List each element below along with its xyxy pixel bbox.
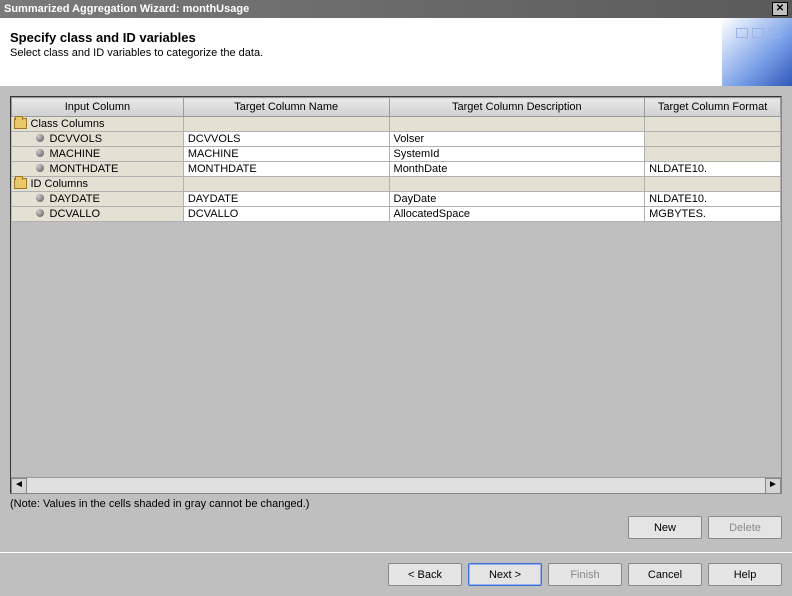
cell-name[interactable]: DAYDATE <box>183 192 389 207</box>
col-header-fmt[interactable]: Target Column Format <box>645 98 781 117</box>
delete-button: Delete <box>708 516 782 539</box>
table-row[interactable]: MACHINE MACHINE SystemId <box>12 147 781 162</box>
cancel-button[interactable]: Cancel <box>628 563 702 586</box>
variables-table[interactable]: Input Column Target Column Name Target C… <box>11 97 781 222</box>
cell-input: DCVALLO <box>50 208 101 220</box>
cell-fmt[interactable]: NLDATE10. <box>645 192 781 207</box>
table-group-row[interactable]: Class Columns <box>12 117 781 132</box>
folder-icon <box>14 178 27 189</box>
column-icon <box>36 209 44 217</box>
table-row[interactable]: DCVALLO DCVALLO AllocatedSpace MGBYTES. <box>12 207 781 222</box>
table-header-row: Input Column Target Column Name Target C… <box>12 98 781 117</box>
cell-name[interactable]: MONTHDATE <box>183 162 389 177</box>
table-group-row[interactable]: ID Columns <box>12 177 781 192</box>
grid-note: (Note: Values in the cells shaded in gra… <box>10 498 782 510</box>
scroll-right-icon[interactable]: ► <box>765 478 781 494</box>
wizard-header: Specify class and ID variables Select cl… <box>0 18 792 86</box>
cell-desc[interactable]: Volser <box>389 132 645 147</box>
header-step-indicators <box>736 28 780 38</box>
column-icon <box>36 149 44 157</box>
scroll-left-icon[interactable]: ◄ <box>11 478 27 494</box>
column-icon <box>36 194 44 202</box>
cell-desc[interactable]: AllocatedSpace <box>389 207 645 222</box>
next-button[interactable]: Next > <box>468 563 542 586</box>
col-header-desc[interactable]: Target Column Description <box>389 98 645 117</box>
cell-input: MONTHDATE <box>50 163 119 175</box>
table-row[interactable]: DAYDATE DAYDATE DayDate NLDATE10. <box>12 192 781 207</box>
cell-fmt <box>645 132 781 147</box>
cell-input: DCVVOLS <box>50 133 103 145</box>
table-row[interactable]: DCVVOLS DCVVOLS Volser <box>12 132 781 147</box>
folder-icon <box>14 118 27 129</box>
cell-name[interactable]: MACHINE <box>183 147 389 162</box>
title-bar: Summarized Aggregation Wizard: monthUsag… <box>0 0 792 18</box>
page-subtext: Select class and ID variables to categor… <box>10 47 782 59</box>
window-title: Summarized Aggregation Wizard: monthUsag… <box>4 3 249 15</box>
table-row[interactable]: MONTHDATE MONTHDATE MonthDate NLDATE10. <box>12 162 781 177</box>
cell-desc[interactable]: SystemId <box>389 147 645 162</box>
cell-desc[interactable]: DayDate <box>389 192 645 207</box>
cell-fmt[interactable]: MGBYTES. <box>645 207 781 222</box>
cell-fmt <box>645 147 781 162</box>
group-label: ID Columns <box>31 178 88 190</box>
horizontal-scrollbar[interactable]: ◄ ► <box>11 477 781 493</box>
finish-button: Finish <box>548 563 622 586</box>
col-header-input[interactable]: Input Column <box>12 98 184 117</box>
close-icon[interactable]: ✕ <box>772 2 788 16</box>
col-header-name[interactable]: Target Column Name <box>183 98 389 117</box>
cell-name[interactable]: DCVVOLS <box>183 132 389 147</box>
column-icon <box>36 164 44 172</box>
cell-input: MACHINE <box>50 148 101 160</box>
cell-desc[interactable]: MonthDate <box>389 162 645 177</box>
cell-name[interactable]: DCVALLO <box>183 207 389 222</box>
cell-fmt[interactable]: NLDATE10. <box>645 162 781 177</box>
group-label: Class Columns <box>31 118 105 130</box>
help-button[interactable]: Help <box>708 563 782 586</box>
back-button[interactable]: < Back <box>388 563 462 586</box>
column-icon <box>36 134 44 142</box>
page-heading: Specify class and ID variables <box>10 30 782 45</box>
cell-input: DAYDATE <box>50 193 100 205</box>
new-button[interactable]: New <box>628 516 702 539</box>
variables-table-wrap: Input Column Target Column Name Target C… <box>10 96 782 494</box>
